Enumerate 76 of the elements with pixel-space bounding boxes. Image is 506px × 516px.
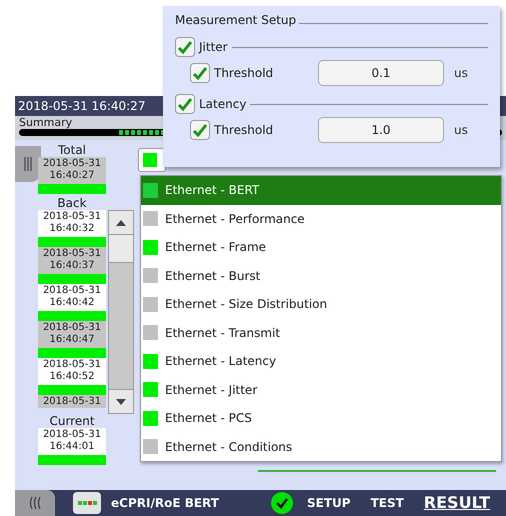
- summary-label: Summary: [19, 117, 74, 129]
- menu-item[interactable]: Ethernet - Frame: [141, 233, 501, 262]
- status-bar: [38, 237, 106, 247]
- nav-tab[interactable]: SETUP: [307, 494, 351, 512]
- scroll-down-button[interactable]: [109, 389, 133, 413]
- history-entry[interactable]: 2018-05-31 16:40:52: [38, 358, 106, 395]
- entry-time: 16:40:27: [50, 170, 94, 182]
- unit-label: us: [454, 122, 468, 139]
- threshold-label: Threshold: [214, 122, 274, 139]
- entry-date: 2018-05-31: [42, 396, 102, 408]
- entry-date: 2018-05-31: [42, 359, 102, 371]
- menu-item[interactable]: Ethernet - Performance: [141, 204, 501, 233]
- app-icon[interactable]: [73, 492, 101, 514]
- history-entry[interactable]: 2018-05-31 16:40:27: [38, 157, 106, 194]
- threshold-field[interactable]: 1.0: [318, 117, 444, 143]
- entry-date: 2018-05-31: [42, 285, 102, 297]
- entry-date: 2018-05-31: [42, 211, 102, 223]
- menu-item[interactable]: Ethernet - Conditions: [141, 432, 501, 461]
- entry-time: 16:40:42: [50, 297, 94, 309]
- group-label: Jitter: [199, 39, 228, 56]
- section-label: Back: [57, 196, 87, 210]
- grip-icon: [23, 156, 33, 172]
- status-square-icon: [143, 153, 157, 167]
- check-circle-icon: [271, 492, 293, 514]
- history-entry[interactable]: 2018-05-31 16:40:47: [38, 321, 106, 358]
- up-arrow-icon: [116, 220, 126, 226]
- scrollbar[interactable]: [108, 210, 134, 414]
- entry-date: 2018-05-31: [42, 429, 102, 441]
- down-arrow-icon: [116, 398, 126, 404]
- unit-label: us: [454, 65, 468, 82]
- status-bar: [38, 348, 106, 358]
- entry-time: 16:40:32: [50, 223, 94, 235]
- checkbox[interactable]: [175, 37, 195, 57]
- checkbox[interactable]: [190, 120, 210, 140]
- history-entry[interactable]: 2018-05-31 16:40:37: [38, 247, 106, 284]
- status-bar: [38, 311, 106, 321]
- scroll-thumb[interactable]: [109, 235, 133, 263]
- status-bar: [38, 274, 106, 284]
- result-selector[interactable]: [138, 148, 166, 172]
- menu-tab[interactable]: [15, 490, 55, 516]
- group-label: Latency: [199, 96, 246, 113]
- history-entry[interactable]: 2018-05-31 16:44:01: [38, 428, 106, 465]
- nav-tab[interactable]: TEST: [370, 494, 404, 512]
- side-tab[interactable]: [15, 146, 41, 182]
- history-entry[interactable]: 2018-05-31 16:40:42: [38, 284, 106, 321]
- entry-time: 16:44:01: [50, 441, 94, 453]
- status-bar: [38, 184, 106, 194]
- chevrons-icon: [28, 496, 42, 510]
- entry-time: 16:40:37: [50, 260, 94, 272]
- menu-item[interactable]: Ethernet - Latency: [141, 347, 501, 376]
- checkbox[interactable]: [190, 63, 210, 83]
- threshold-field[interactable]: 0.1: [318, 60, 444, 86]
- section-label: Current: [49, 414, 95, 428]
- entry-time: 16:40:47: [50, 334, 94, 346]
- nav-tab[interactable]: RESULT: [424, 491, 490, 515]
- entry-date: 2018-05-31: [42, 322, 102, 334]
- menu-item[interactable]: Ethernet - PCS: [141, 404, 501, 432]
- section-label: Total: [58, 144, 86, 157]
- status-bar: [38, 385, 106, 395]
- entry-time: 16:40:52: [50, 371, 94, 383]
- threshold-label: Threshold: [214, 65, 274, 82]
- scroll-up-button[interactable]: [109, 211, 133, 235]
- app-name: eCPRI/RoE BERT: [111, 495, 220, 512]
- history-entry[interactable]: 2018-05-31 16:40:32: [38, 210, 106, 247]
- menu-item[interactable]: Ethernet - Transmit: [141, 318, 501, 347]
- menu-item[interactable]: Ethernet - Burst: [141, 262, 501, 290]
- menu-item[interactable]: Ethernet - Jitter: [141, 376, 501, 404]
- entry-date: 2018-05-31: [42, 248, 102, 260]
- menu-item[interactable]: Ethernet - Size Distribution: [141, 290, 501, 318]
- panel-title: Measurement Setup: [175, 12, 296, 29]
- status-bar: [38, 455, 106, 465]
- checkbox[interactable]: [175, 94, 195, 114]
- menu-item[interactable]: Ethernet - BERT: [141, 176, 501, 204]
- entry-date: 2018-05-31: [42, 158, 102, 170]
- timestamp: 2018-05-31 16:40:27: [18, 98, 146, 115]
- history-entry[interactable]: 2018-05-31: [38, 395, 106, 408]
